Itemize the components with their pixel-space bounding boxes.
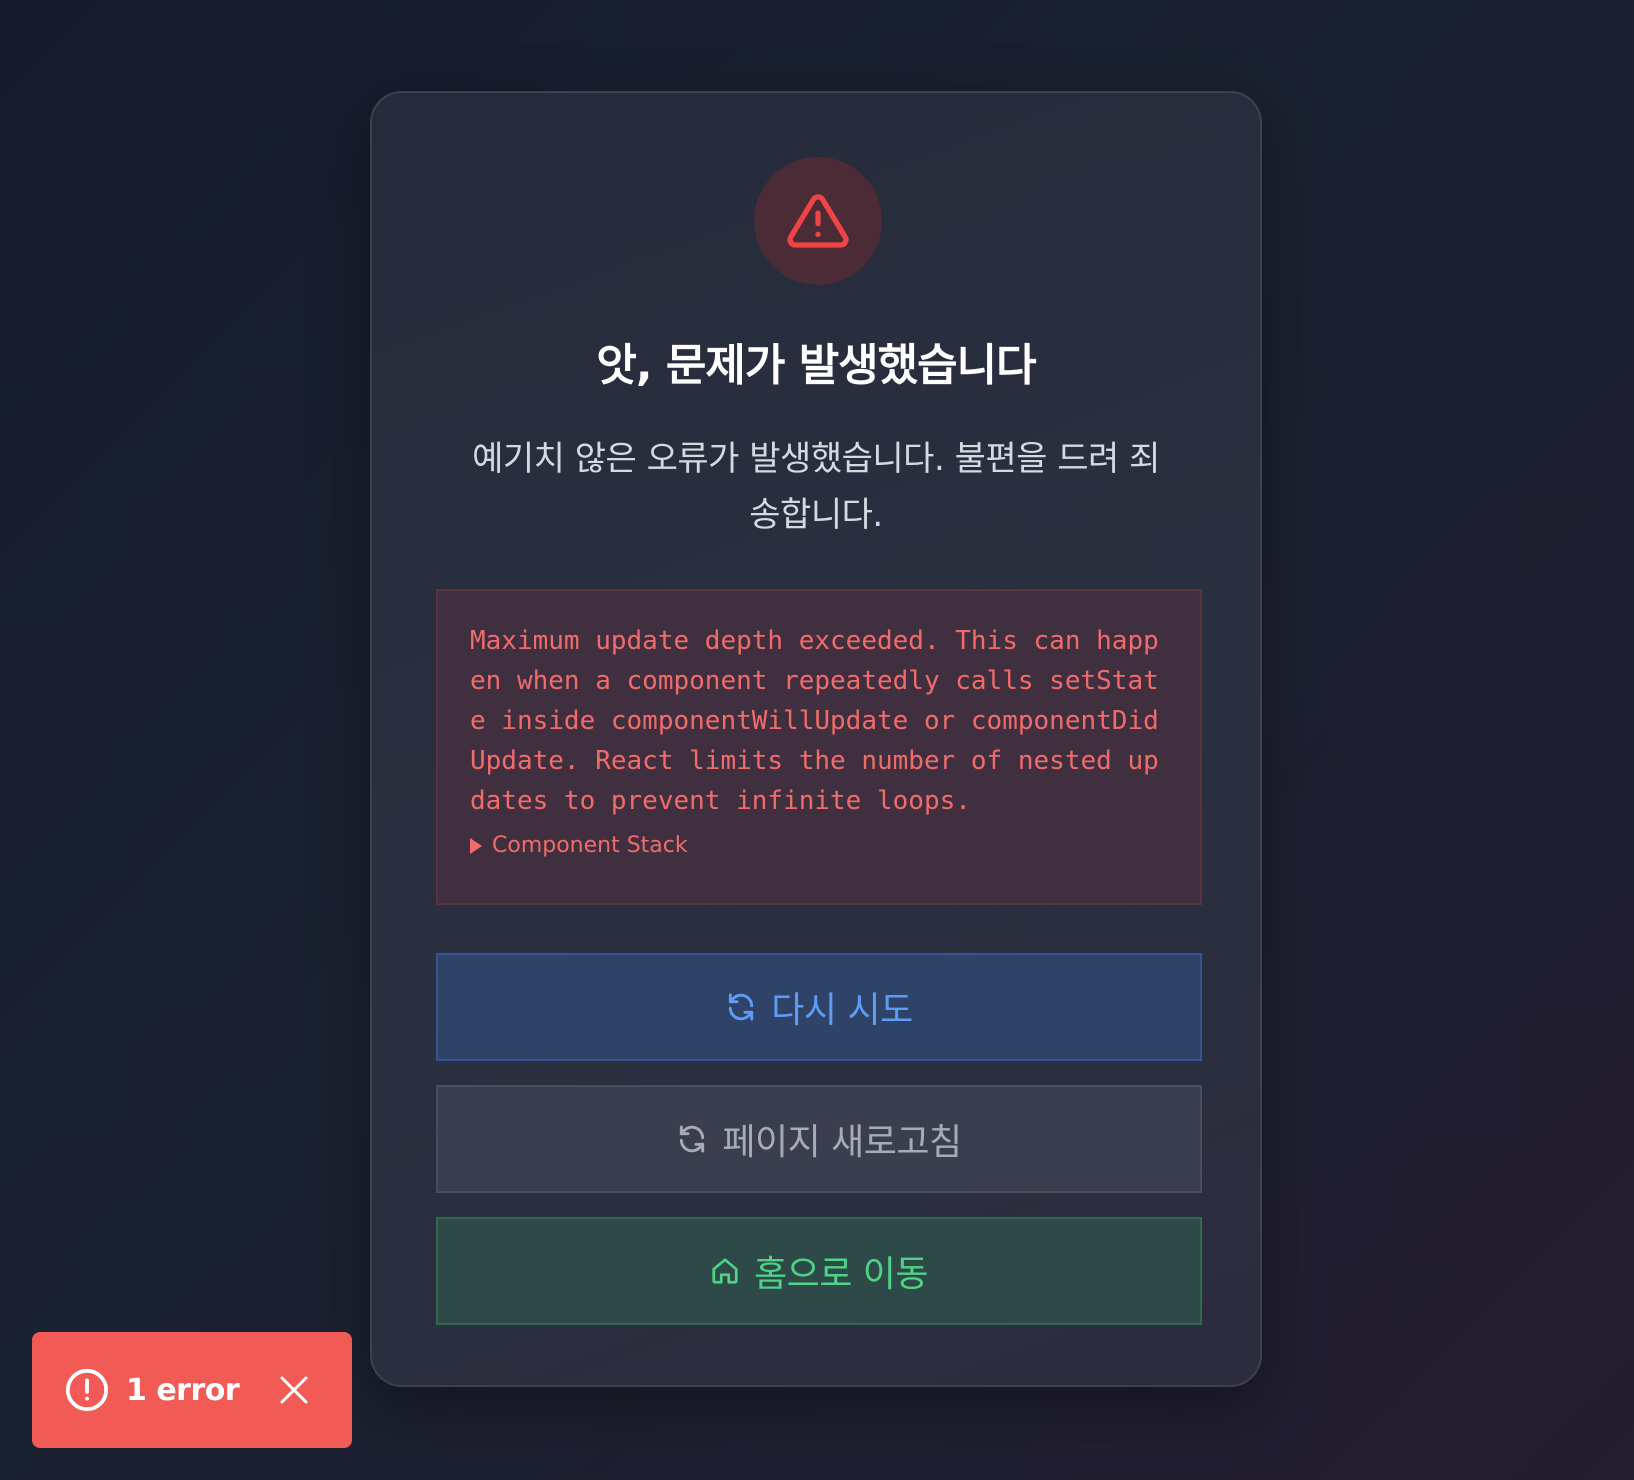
retry-button-label: 다시 시도 <box>771 990 913 1031</box>
home-icon <box>712 1258 738 1284</box>
alert-circle-icon <box>65 1368 109 1412</box>
refresh-icon <box>729 993 754 1021</box>
warning-triangle-icon <box>787 194 849 248</box>
page-title: 앗, 문제가 발생했습니다 <box>596 340 1036 391</box>
error-details-box: Maximum update depth exceeded. This can … <box>436 589 1202 905</box>
warning-badge <box>754 157 882 285</box>
component-stack-toggle[interactable]: Component Stack <box>470 833 1168 858</box>
close-icon[interactable] <box>276 1372 312 1408</box>
component-stack-label: Component Stack <box>492 833 688 858</box>
refresh-icon <box>680 1125 705 1153</box>
reload-page-button[interactable]: 페이지 새로고침 <box>436 1085 1202 1193</box>
error-count-toast[interactable]: 1 error <box>32 1332 352 1448</box>
go-home-button[interactable]: 홈으로 이동 <box>436 1217 1202 1325</box>
error-description: 예기치 않은 오류가 발생했습니다. 불편을 드려 죄송합니다. <box>472 439 1160 535</box>
error-boundary-card: 앗, 문제가 발생했습니다 예기치 않은 오류가 발생했습니다. 불편을 드려 … <box>370 91 1262 1387</box>
disclosure-triangle-icon <box>470 837 482 854</box>
reload-page-button-label: 페이지 새로고침 <box>722 1122 962 1163</box>
retry-button[interactable]: 다시 시도 <box>436 953 1202 1061</box>
go-home-button-label: 홈으로 이동 <box>753 1254 929 1295</box>
error-message: Maximum update depth exceeded. This can … <box>470 626 1159 816</box>
error-count-label: 1 error <box>126 1372 240 1408</box>
